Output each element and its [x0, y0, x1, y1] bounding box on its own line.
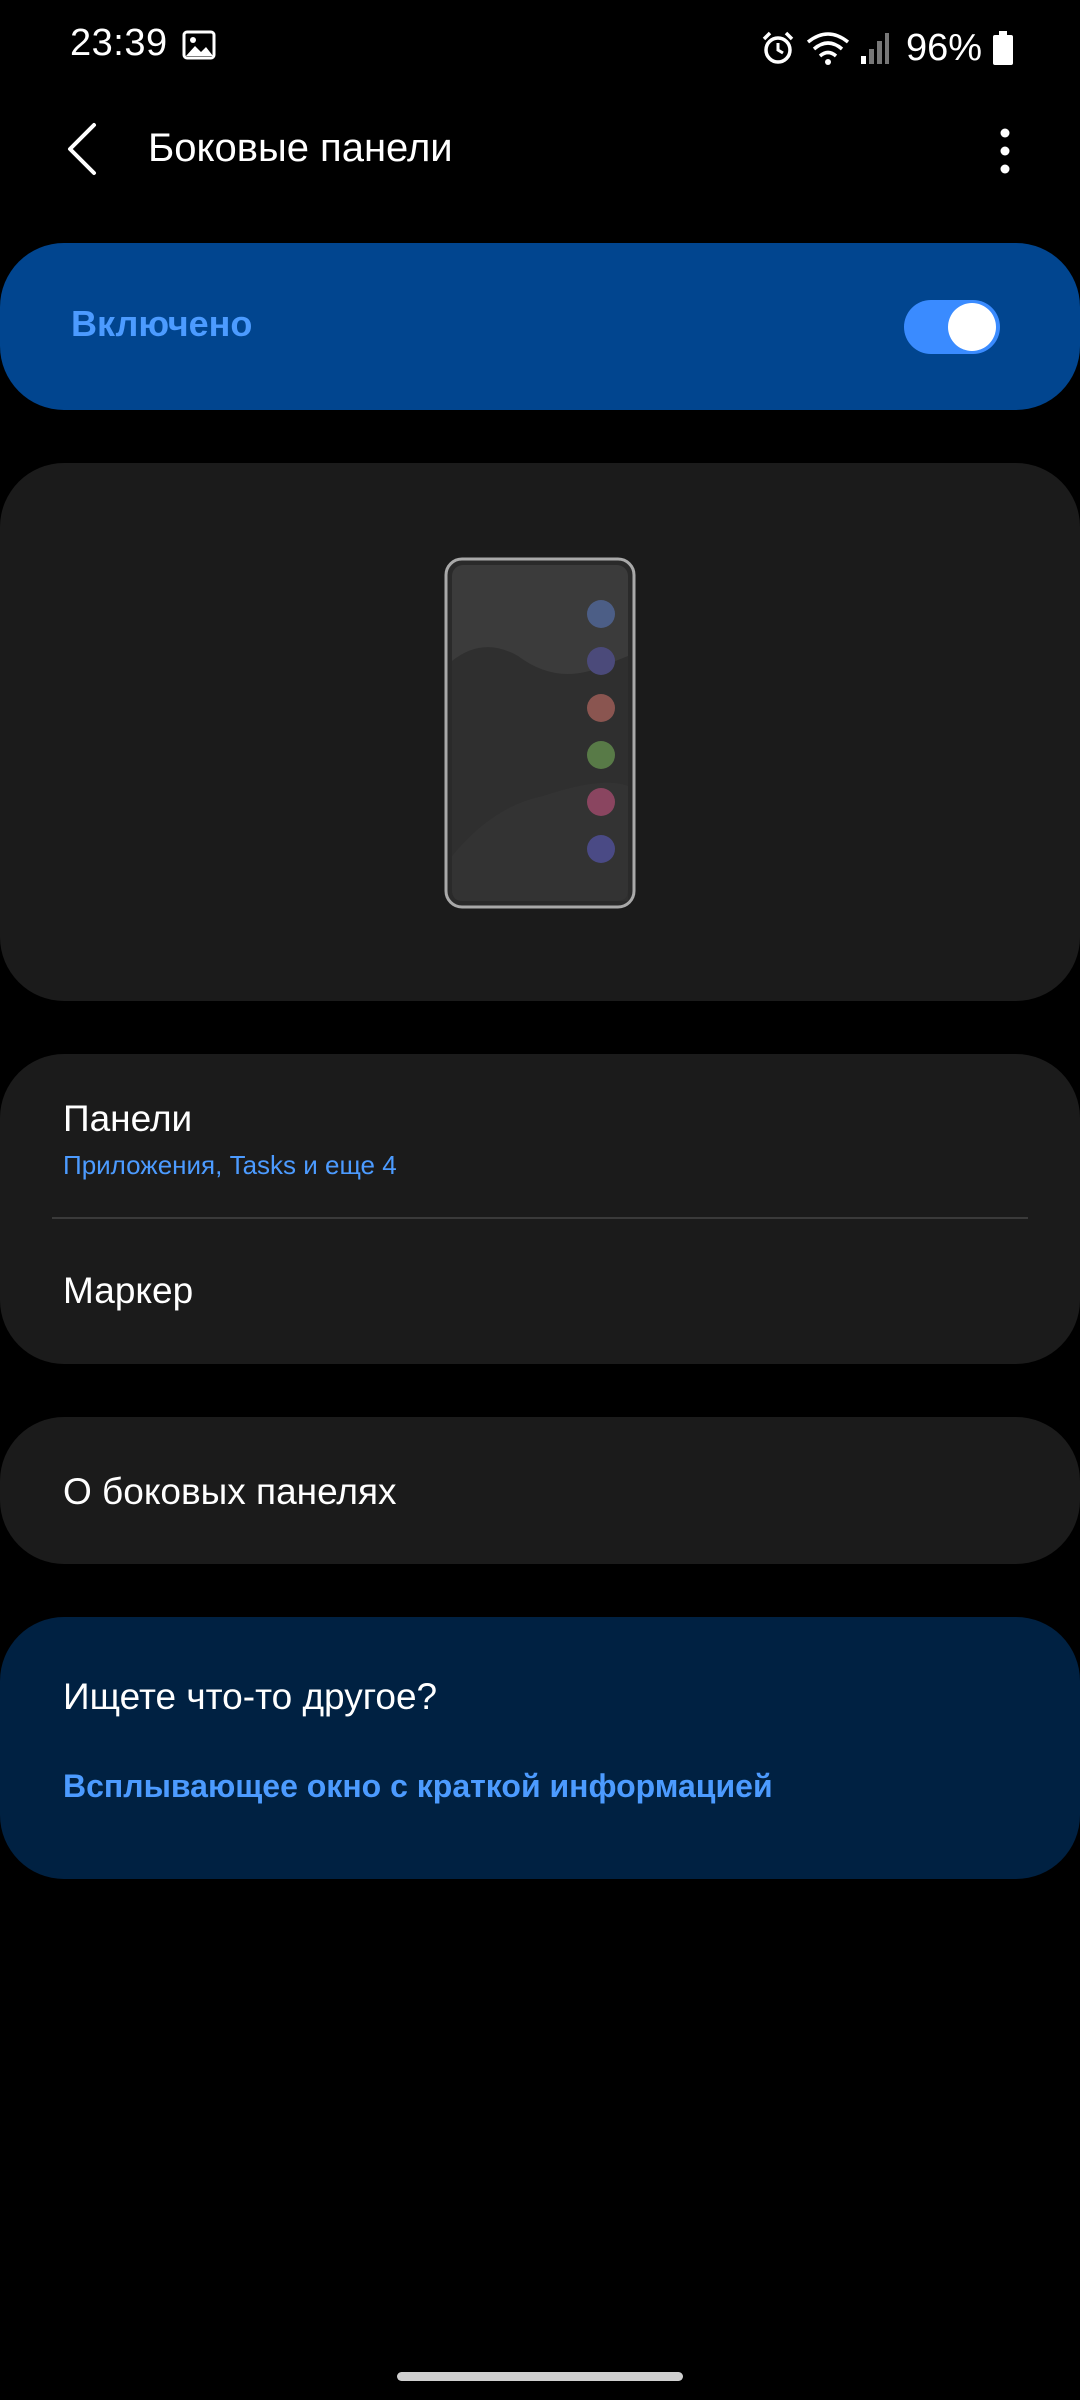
chevron-left-icon	[68, 123, 96, 175]
battery-icon	[993, 31, 1013, 65]
status-bar: 23:39 96%	[0, 0, 1080, 96]
master-switch-card[interactable]: Включено	[0, 243, 1080, 410]
toggle-knob	[948, 303, 996, 351]
app-bar: Боковые панели	[0, 96, 1080, 206]
preview-panel-dot	[587, 600, 615, 628]
preview-panel-dot	[587, 835, 615, 863]
settings-list-card: Панели Приложения, Tasks и еще 4 Маркер	[0, 1054, 1080, 1364]
alarm-icon	[762, 31, 794, 64]
suggestions-card: Ищете что-то другое? Всплывающее окно с …	[0, 1617, 1080, 1879]
panels-title: Панели	[63, 1098, 193, 1139]
panels-item[interactable]: Панели Приложения, Tasks и еще 4	[0, 1054, 1080, 1217]
panels-subtitle: Приложения, Tasks и еще 4	[63, 1150, 397, 1180]
preview-panel-dot	[587, 788, 615, 816]
master-switch-label: Включено	[71, 303, 253, 344]
gallery-icon	[182, 30, 216, 60]
more-options-button[interactable]	[980, 116, 1030, 186]
about-title: О боковых панелях	[63, 1471, 397, 1512]
suggestions-title: Ищете что-то другое?	[63, 1676, 438, 1717]
preview-panel-dot	[587, 694, 615, 722]
handle-title: Маркер	[63, 1270, 194, 1311]
quick-info-popup-link[interactable]: Всплывающее окно с краткой информацией	[63, 1768, 773, 1805]
battery-percent: 96%	[905, 26, 982, 69]
handle-item[interactable]: Маркер	[0, 1219, 1080, 1364]
more-vertical-icon	[1000, 128, 1010, 174]
gesture-nav-handle[interactable]	[397, 2372, 683, 2381]
page-title: Боковые панели	[148, 126, 453, 170]
preview-panel-dot	[587, 741, 615, 769]
back-button[interactable]	[52, 114, 112, 184]
phone-illustration	[444, 557, 636, 909]
status-icons: 96%	[760, 22, 1014, 74]
master-switch-toggle[interactable]	[904, 300, 1000, 354]
status-time: 23:39	[70, 22, 168, 64]
about-item[interactable]: О боковых панелях	[0, 1417, 1080, 1564]
preview-panel-dot	[587, 647, 615, 675]
preview-card	[0, 463, 1080, 1001]
signal-icon	[860, 33, 889, 64]
wifi-icon	[806, 32, 850, 65]
